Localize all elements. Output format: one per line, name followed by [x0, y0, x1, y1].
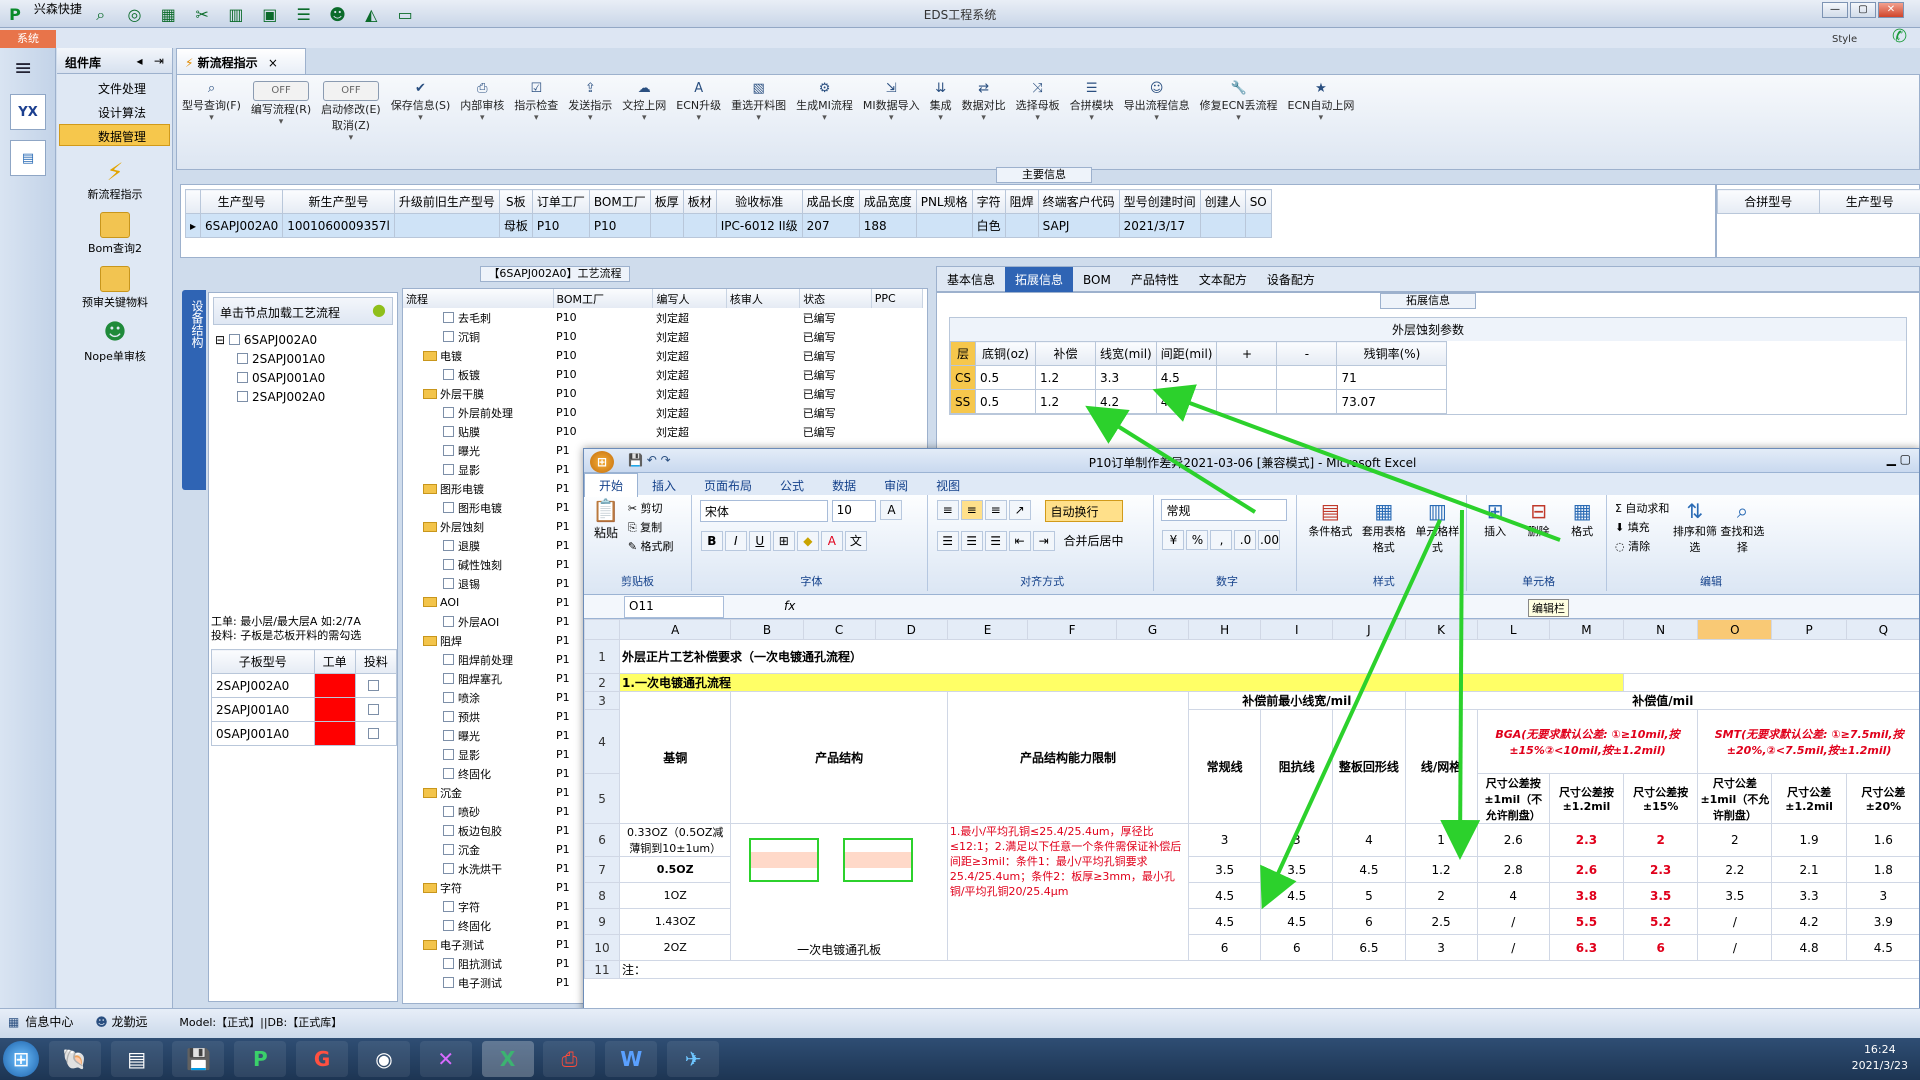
taskbar-eye-icon[interactable]: ◉	[357, 1041, 410, 1077]
arrow-line	[1085, 405, 1257, 514]
arrow-line	[1440, 509, 1481, 860]
info-center-label[interactable]: 信息中心	[25, 1015, 73, 1029]
annotation-arrows	[1085, 384, 1561, 910]
taskbar-p-app-icon[interactable]: P	[234, 1041, 287, 1077]
taskbar: ⊞ 🐚 ▤ 💾 P G ◉ ✕ X ⎙ W ✈ 16:24 2021/3/23	[0, 1038, 1920, 1080]
arrow-line	[1260, 519, 1442, 910]
taskbar-excel-icon[interactable]: X	[481, 1041, 534, 1077]
taskbar-save-icon[interactable]: 💾	[172, 1041, 225, 1077]
taskbar-x-app-icon[interactable]: ✕	[419, 1041, 472, 1077]
taskbar-g-app-icon[interactable]: G	[296, 1041, 349, 1077]
taskbar-pdf-icon[interactable]: ⎙	[543, 1041, 596, 1077]
start-button[interactable]: ⊞	[3, 1041, 39, 1077]
status-bar: ▦ 信息中心 ☻ 龙勤远 Model:【正式】||DB:【正式库】	[0, 1008, 1920, 1038]
taskbar-chat-icon[interactable]: ✈	[667, 1041, 720, 1077]
user-icon: ☻	[95, 1015, 108, 1029]
info-center-icon[interactable]: ▦	[8, 1015, 19, 1029]
user-name: 龙勤远	[111, 1015, 148, 1029]
taskbar-shell-icon[interactable]: 🐚	[48, 1041, 101, 1077]
clock[interactable]: 16:24 2021/3/23	[1852, 1042, 1908, 1074]
taskbar-word-icon[interactable]: W	[605, 1041, 658, 1077]
arrow-line	[1152, 384, 1561, 542]
clock-time: 16:24	[1863, 1043, 1896, 1056]
taskbar-notepad-icon[interactable]: ▤	[110, 1041, 163, 1077]
clock-date: 2021/3/23	[1851, 1059, 1908, 1072]
model-db-status: Model:【正式】||DB:【正式库】	[179, 1016, 343, 1029]
